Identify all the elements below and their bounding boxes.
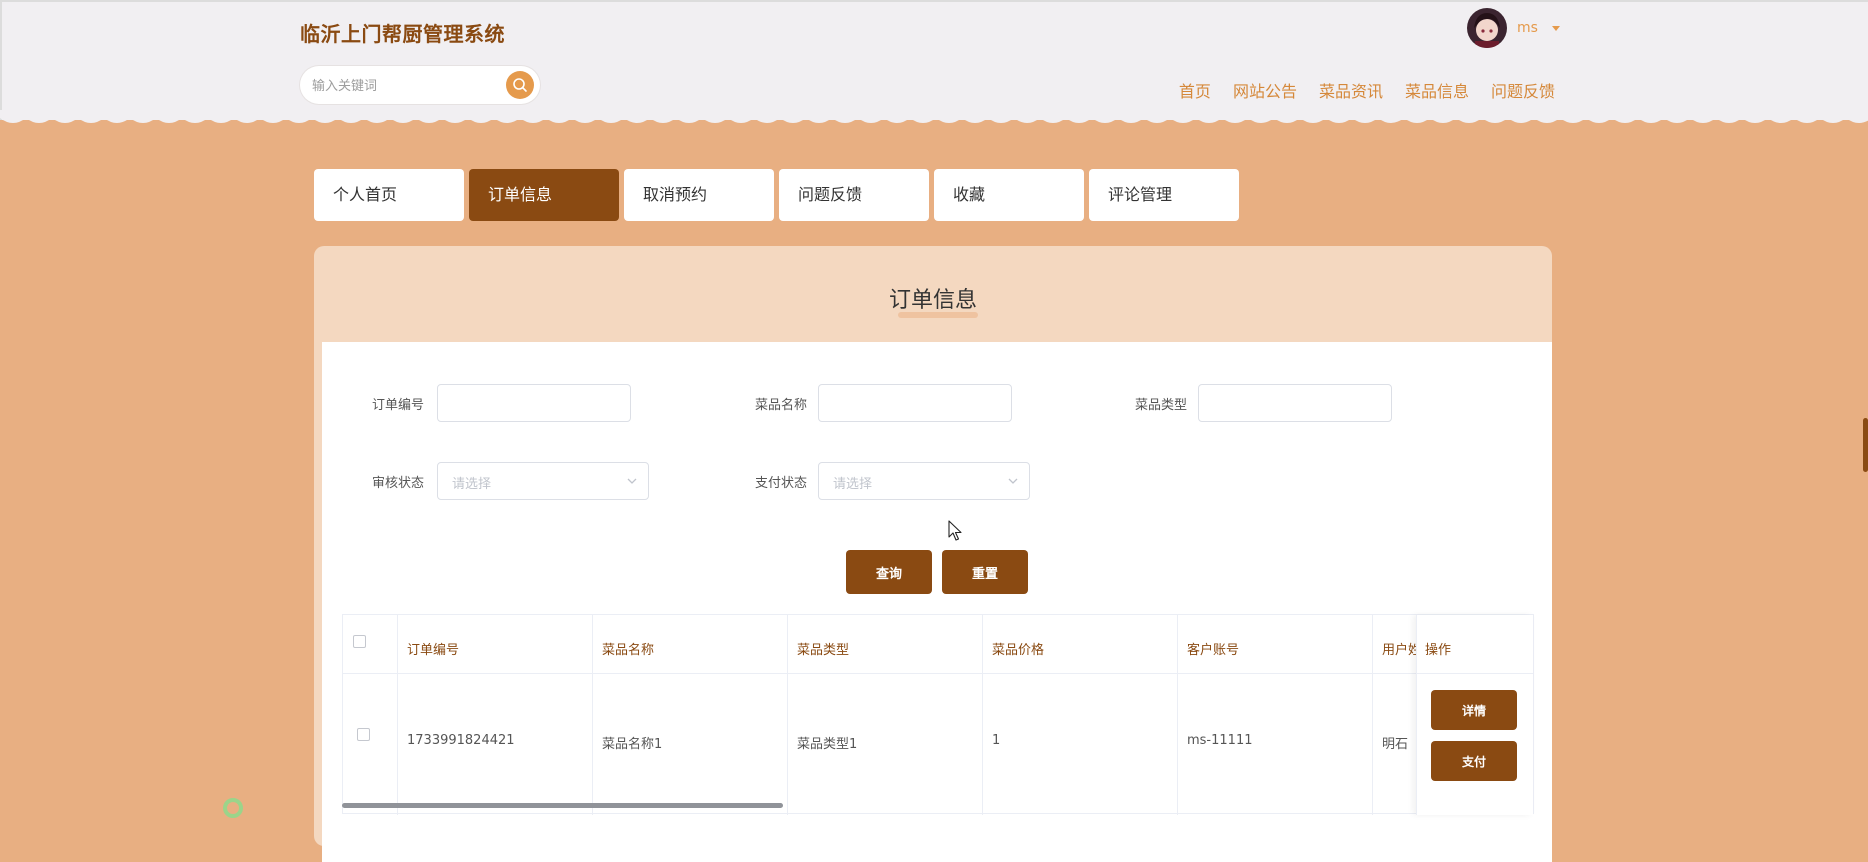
- col-divider: [592, 615, 593, 815]
- order-no-label: 订单编号: [372, 398, 425, 413]
- tab-cancel-booking[interactable]: 取消预约: [624, 169, 774, 221]
- audit-status-label: 审核状态: [372, 476, 425, 491]
- col-header-customer-account: 客户账号: [1187, 643, 1240, 658]
- row-checkbox[interactable]: [357, 728, 370, 741]
- order-table: 订单编号 菜品名称 菜品类型 菜品价格 客户账号 用户姓 17339918244…: [342, 614, 1534, 815]
- page-vertical-scrollbar[interactable]: [1863, 418, 1868, 472]
- nav-feedback[interactable]: 问题反馈: [1491, 78, 1555, 102]
- col-header-actions: 操作: [1425, 643, 1452, 658]
- nav-dish-info[interactable]: 菜品信息: [1405, 78, 1469, 102]
- pay-status-placeholder: 请选择: [833, 477, 873, 492]
- tab-feedback[interactable]: 问题反馈: [779, 169, 929, 221]
- mouse-cursor-icon: [948, 520, 962, 541]
- nav-announcements[interactable]: 网站公告: [1233, 78, 1297, 102]
- search-box: [300, 66, 540, 106]
- cell-dish-type: 菜品类型1: [797, 737, 858, 752]
- select-all-checkbox[interactable]: [353, 635, 366, 648]
- col-header-dish-price: 菜品价格: [992, 643, 1045, 658]
- order-no-input[interactable]: [437, 384, 631, 422]
- profile-tabs: 个人首页 订单信息 取消预约 问题反馈 收藏 评论管理: [314, 169, 1239, 221]
- nav-dish-news[interactable]: 菜品资讯: [1319, 78, 1383, 102]
- cell-user-name: 明石: [1382, 737, 1409, 752]
- pay-status-select[interactable]: 请选择: [818, 462, 1030, 500]
- cell-dish-price: 1: [992, 733, 1001, 748]
- pay-status-label: 支付状态: [755, 476, 808, 491]
- col-divider: [787, 615, 788, 815]
- user-menu[interactable]: ms: [1467, 8, 1560, 48]
- chevron-down-icon[interactable]: [1551, 25, 1560, 31]
- pay-button[interactable]: 支付: [1431, 741, 1517, 781]
- avatar[interactable]: [1467, 8, 1507, 48]
- dish-name-input[interactable]: [818, 384, 1012, 422]
- col-divider: [1177, 615, 1178, 815]
- col-header-dish-name: 菜品名称: [602, 643, 655, 658]
- tab-order-info[interactable]: 订单信息: [469, 169, 619, 221]
- header-divider: [343, 673, 1533, 674]
- reset-button[interactable]: 重置: [942, 550, 1028, 594]
- cell-dish-name: 菜品名称1: [602, 737, 663, 752]
- query-button[interactable]: 查询: [846, 550, 932, 594]
- user-name[interactable]: ms: [1517, 20, 1538, 36]
- audit-status-placeholder: 请选择: [452, 477, 492, 492]
- dish-type-label: 菜品类型: [1135, 398, 1188, 413]
- col-divider: [982, 615, 983, 815]
- chevron-down-icon: [1008, 478, 1018, 484]
- title-underline: [898, 312, 978, 318]
- site-title: 临沂上门帮厨管理系统: [300, 22, 505, 46]
- order-panel: 订单信息 订单编号 菜品名称 菜品类型 审核状态 请选择 支付状态 请选择 查询…: [314, 246, 1552, 862]
- chevron-down-icon: [627, 478, 637, 484]
- search-icon: [513, 78, 527, 92]
- cell-order-no: 1733991824421: [407, 733, 515, 748]
- order-content: 订单编号 菜品名称 菜品类型 审核状态 请选择 支付状态 请选择 查询 重置 订…: [322, 342, 1552, 862]
- floating-widget[interactable]: [223, 798, 243, 818]
- header-divider: [1417, 673, 1533, 674]
- tab-comment-management[interactable]: 评论管理: [1089, 169, 1239, 221]
- tab-favorites[interactable]: 收藏: [934, 169, 1084, 221]
- detail-button[interactable]: 详情: [1431, 690, 1517, 730]
- col-divider: [397, 615, 398, 815]
- top-header: 临沂上门帮厨管理系统 ms 首页 网站公告 菜品资讯 菜品信息: [0, 0, 1868, 120]
- col-divider: [1372, 615, 1373, 815]
- search-button[interactable]: [506, 71, 534, 99]
- col-header-order-no: 订单编号: [407, 643, 460, 658]
- table-horizontal-scrollbar[interactable]: [342, 803, 783, 808]
- wave-divider: [0, 110, 1868, 123]
- tab-personal-home[interactable]: 个人首页: [314, 169, 464, 221]
- dish-type-input[interactable]: [1198, 384, 1392, 422]
- dish-name-label: 菜品名称: [755, 398, 808, 413]
- main-nav: 首页 网站公告 菜品资讯 菜品信息 问题反馈: [1179, 78, 1555, 102]
- search-input[interactable]: [310, 66, 494, 106]
- page-title: 订单信息: [888, 288, 977, 313]
- nav-home[interactable]: 首页: [1179, 78, 1211, 102]
- actions-column: 操作 详情 支付: [1416, 615, 1533, 815]
- col-header-dish-type: 菜品类型: [797, 643, 850, 658]
- audit-status-select[interactable]: 请选择: [437, 462, 649, 500]
- cell-customer-account: ms-11111: [1187, 733, 1253, 748]
